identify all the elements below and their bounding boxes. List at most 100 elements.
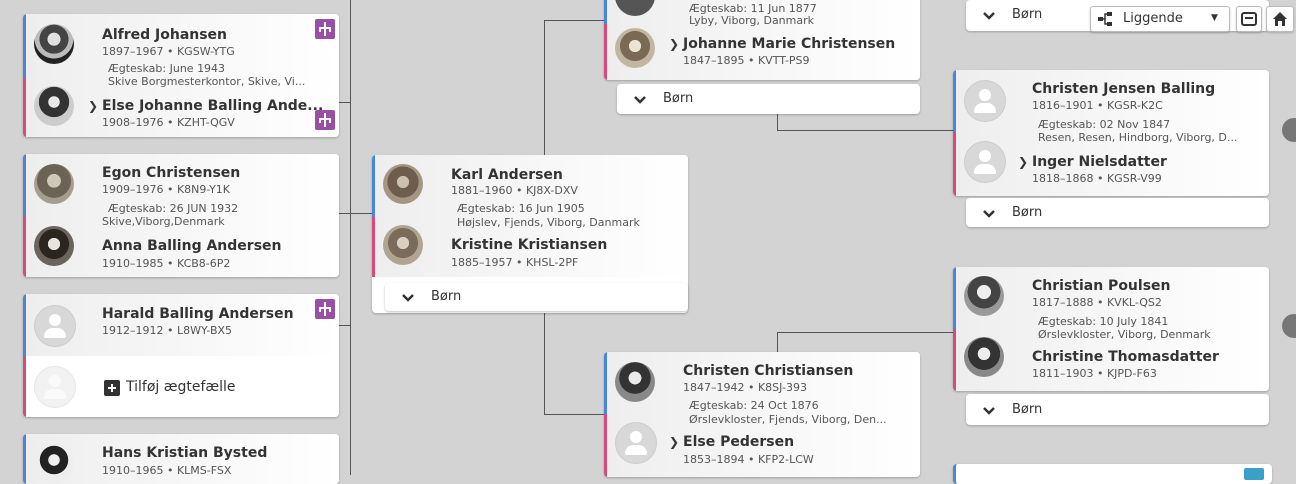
children-label[interactable]: Børn <box>1012 402 1042 417</box>
person-name[interactable]: Christine Thomasdatter <box>1032 349 1219 365</box>
person-photo[interactable] <box>615 0 655 16</box>
marriage-place: Lyby, Viborg, Danmark <box>689 14 815 27</box>
person-name[interactable]: Hans Kristian Bysted <box>102 445 267 461</box>
person-row[interactable]: Alfred Johansen 1897–1967 • KGSW-YTG Ægt… <box>23 14 339 78</box>
chevron-down-icon[interactable] <box>633 93 647 107</box>
children-bar[interactable]: Børn <box>966 394 1269 425</box>
marriage-place: Højslev, Fjends, Viborg, Danmark <box>457 216 640 229</box>
view-select[interactable]: Liggende ▼ <box>1090 6 1230 32</box>
person-name[interactable]: Christian Poulsen <box>1032 278 1171 294</box>
home-button[interactable] <box>1266 6 1294 32</box>
add-spouse-label[interactable]: Tilføj ægtefælle <box>126 379 236 395</box>
chevron-down-icon[interactable]: ❯ <box>669 37 679 51</box>
person-name[interactable]: Johanne Marie Christensen <box>683 36 895 52</box>
tree-icon[interactable] <box>1244 468 1264 480</box>
children-label[interactable]: Børn <box>1012 7 1042 22</box>
person-photo[interactable] <box>34 226 74 266</box>
person-life: 1910–1965 • KLMS-FSX <box>102 464 232 477</box>
person-row[interactable]: Christen Jensen Balling 1816–1901 • KGSR… <box>953 70 1269 132</box>
connector-line <box>338 102 351 103</box>
person-name[interactable]: ❯ <box>669 36 679 52</box>
family-card: Ægteskab: 11 Jun 1877 Lyby, Viborg, Danm… <box>604 0 920 80</box>
family-card: Egon Christensen 1909–1976 • K8N9-Y1K Æg… <box>23 154 339 277</box>
spouse-photo-placeholder <box>34 366 76 408</box>
children-label[interactable]: Børn <box>431 289 461 304</box>
add-icon[interactable] <box>104 380 120 396</box>
person-photo[interactable] <box>615 28 655 68</box>
person-name[interactable]: Karl Andersen <box>451 167 563 183</box>
add-spouse-row[interactable]: Tilføj ægtefælle <box>23 356 339 417</box>
person-photo[interactable] <box>34 86 74 126</box>
person-name[interactable]: Else Pedersen <box>683 434 794 450</box>
person-photo[interactable] <box>34 164 74 204</box>
person-row[interactable]: Christian Poulsen 1817–1888 • KVKL-QS2 Æ… <box>953 267 1269 329</box>
tree-icon[interactable] <box>315 299 335 319</box>
chevron-down-icon[interactable]: ❯ <box>1018 155 1028 169</box>
scroll-handle[interactable] <box>1282 314 1296 338</box>
scroll-handle[interactable] <box>1282 118 1296 142</box>
children-bar[interactable]: Børn <box>385 283 688 311</box>
person-row[interactable]: Lyby, Viborg, Danmark ❯ Johanne Marie Ch… <box>604 14 920 80</box>
person-photo[interactable] <box>964 337 1004 377</box>
person-photo[interactable] <box>34 24 74 64</box>
person-life: 1881–1960 • KJ8X-DXV <box>451 184 578 197</box>
chevron-down-icon[interactable] <box>982 207 996 221</box>
person-photo-placeholder[interactable] <box>964 141 1006 183</box>
person-name[interactable]: Christen Christiansen <box>683 363 853 379</box>
person-row[interactable]: Højslev, Fjends, Viborg, Danmark Kristin… <box>372 216 688 277</box>
person-row[interactable]: Hans Kristian Bysted 1910–1965 • KLMS-FS… <box>23 434 339 484</box>
person-photo-placeholder[interactable] <box>34 305 76 347</box>
person-name[interactable]: Harald Balling Andersen <box>102 306 294 322</box>
person-name[interactable]: Else Johanne Balling Ande... <box>102 98 323 114</box>
person-row[interactable]: Karl Andersen 1881–1960 • KJ8X-DXV Ægtes… <box>372 155 688 217</box>
person-row[interactable]: Ørslevkloster, Fjends, Viborg, Den... ❯ … <box>604 413 920 477</box>
person-life: 1817–1888 • KVKL-QS2 <box>1032 296 1162 309</box>
person-photo[interactable] <box>34 444 74 484</box>
children-label[interactable]: Børn <box>1012 205 1042 220</box>
person-row[interactable]: Christen Christiansen 1847–1942 • K8SJ-3… <box>604 352 920 414</box>
pedigree-canvas[interactable]: Alfred Johansen 1897–1967 • KGSW-YTG Ægt… <box>0 0 1296 484</box>
children-bar[interactable]: Børn <box>617 84 920 114</box>
person-photo[interactable] <box>383 225 423 265</box>
person-name[interactable]: ❯ <box>88 98 98 114</box>
options-button[interactable] <box>1236 6 1262 32</box>
connector-line <box>544 414 604 415</box>
person-name[interactable]: Christen Jensen Balling <box>1032 81 1215 97</box>
person-name[interactable]: ❯ <box>669 434 679 450</box>
person-name[interactable]: Egon Christensen <box>102 165 240 181</box>
person-name[interactable]: ❯ <box>1018 154 1028 170</box>
person-name[interactable]: Inger Nielsdatter <box>1032 154 1167 170</box>
person-row[interactable]: Skive,Viborg,Denmark Anna Balling Anders… <box>23 215 339 277</box>
chevron-down-icon[interactable] <box>982 9 996 23</box>
person-row[interactable]: Harald Balling Andersen 1912–1912 • L8WY… <box>23 294 339 356</box>
person-life: 1912–1912 • L8WY-BX5 <box>102 324 233 337</box>
person-photo-placeholder[interactable] <box>964 80 1006 122</box>
children-label[interactable]: Børn <box>663 91 693 106</box>
person-row[interactable]: Egon Christensen 1909–1976 • K8N9-Y1K Æg… <box>23 154 339 216</box>
chevron-down-icon[interactable]: ❯ <box>88 99 98 113</box>
chevron-down-icon[interactable]: ❯ <box>669 435 679 449</box>
person-photo[interactable] <box>383 164 423 204</box>
person-life: 1818–1868 • KGSR-V99 <box>1032 172 1162 185</box>
person-name[interactable]: Anna Balling Andersen <box>102 238 281 254</box>
person-photo[interactable] <box>964 276 1004 316</box>
person-row[interactable]: Skive Borgmesterkontor, Skive, Vi... ❯ E… <box>23 75 339 137</box>
tree-icon[interactable] <box>315 19 335 39</box>
chevron-down-icon[interactable] <box>401 291 415 305</box>
landscape-tree-icon <box>1098 12 1112 26</box>
marriage-date: Ægteskab: 10 July 1841 <box>1038 315 1169 328</box>
family-card: Christian Poulsen 1817–1888 • KVKL-QS2 Æ… <box>953 267 1269 391</box>
chevron-down-icon[interactable]: ▼ <box>1211 13 1218 23</box>
tree-icon[interactable] <box>315 110 335 130</box>
person-row[interactable]: Ørslevkloster, Viborg, Denmark Christine… <box>953 328 1269 391</box>
person-photo-placeholder[interactable] <box>615 422 657 464</box>
children-bar[interactable]: Børn <box>966 198 1269 227</box>
view-select-label[interactable]: Liggende <box>1123 11 1183 26</box>
chevron-down-icon[interactable] <box>982 404 996 418</box>
person-name[interactable]: Kristine Kristiansen <box>451 237 607 253</box>
person-name[interactable]: Alfred Johansen <box>102 27 227 43</box>
person-photo[interactable] <box>615 362 655 402</box>
marriage-place: Ørslevkloster, Viborg, Denmark <box>1038 328 1211 341</box>
person-row[interactable]: Resen, Resen, Hindborg, Viborg, D... ❯ I… <box>953 131 1269 196</box>
home-icon <box>1273 12 1287 26</box>
